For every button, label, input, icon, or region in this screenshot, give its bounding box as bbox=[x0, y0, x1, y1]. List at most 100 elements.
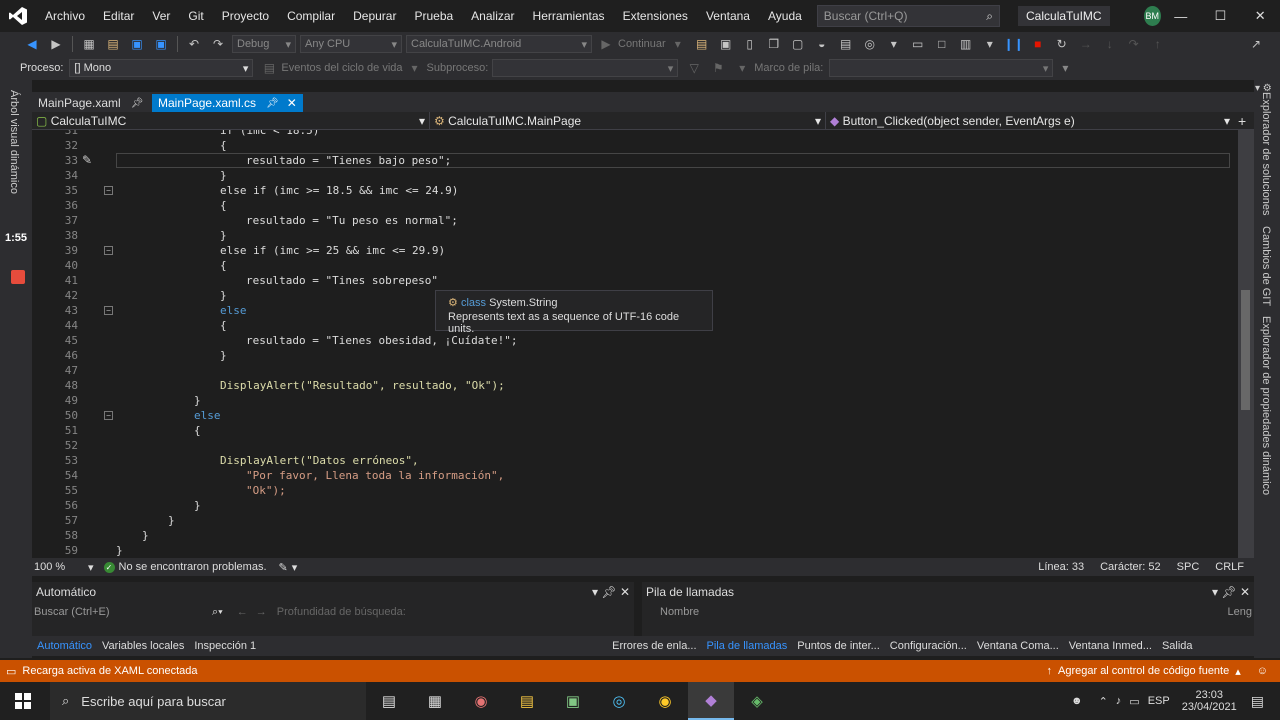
tab-autos[interactable]: Automático bbox=[32, 640, 97, 652]
visual-studio-logo-icon[interactable] bbox=[8, 5, 28, 27]
maximize-icon[interactable]: ☐ bbox=[1201, 8, 1241, 24]
panel-controls-icon[interactable]: ▾ 📌︎ ✕ bbox=[1212, 585, 1250, 599]
calculator-icon[interactable]: ▦ bbox=[412, 682, 458, 720]
camera-icon[interactable]: ▣ bbox=[716, 35, 736, 53]
close-icon[interactable]: ✕ bbox=[287, 96, 297, 110]
chevron-down-icon[interactable]: ▾ bbox=[668, 35, 688, 53]
folder-icon[interactable]: ▤ bbox=[692, 35, 712, 53]
whitespace-mode[interactable]: SPC bbox=[1177, 561, 1200, 573]
menu-editar[interactable]: Editar bbox=[94, 9, 143, 23]
target-dropdown[interactable]: CalculaTuIMC.Android ▾ bbox=[406, 35, 592, 53]
app-icon[interactable]: ◈ bbox=[734, 682, 780, 720]
save-icon[interactable]: ▣ bbox=[127, 35, 147, 53]
globe-icon[interactable]: ◎ bbox=[860, 35, 880, 53]
tab-command-window[interactable]: Ventana Coma... bbox=[972, 640, 1064, 652]
search-icon[interactable]: ⌕▾ bbox=[212, 606, 223, 619]
chevron-down-icon[interactable]: ▾ bbox=[88, 561, 94, 574]
menu-depurar[interactable]: Depurar bbox=[344, 9, 405, 23]
live-share-icon[interactable]: ↗ bbox=[1246, 35, 1266, 53]
forward-icon[interactable]: → bbox=[256, 606, 267, 618]
app-icon[interactable]: ◉ bbox=[458, 682, 504, 720]
file-explorer-icon[interactable]: ▤ bbox=[504, 682, 550, 720]
tab-configuration[interactable]: Configuración... bbox=[885, 640, 972, 652]
menu-ver[interactable]: Ver bbox=[143, 9, 179, 23]
lifecycle-events[interactable]: Eventos del ciclo de vida bbox=[281, 62, 402, 74]
add-to-source-control[interactable]: Agregar al control de código fuente bbox=[1058, 665, 1229, 677]
tab-output[interactable]: Salida bbox=[1157, 640, 1198, 652]
flag-icon[interactable]: ⚑ bbox=[708, 59, 728, 77]
menu-git[interactable]: Git bbox=[179, 9, 212, 23]
save-all-icon[interactable]: ▣ bbox=[151, 35, 171, 53]
clock[interactable]: 23:03 23/04/2021 bbox=[1182, 689, 1237, 713]
visual-studio-icon[interactable]: ◆ bbox=[688, 682, 734, 720]
split-editor-icon[interactable]: + bbox=[1238, 113, 1246, 129]
menu-ventana[interactable]: Ventana bbox=[697, 9, 759, 23]
menu-prueba[interactable]: Prueba bbox=[405, 9, 462, 23]
language-indicator[interactable]: ESP bbox=[1148, 695, 1170, 707]
overflow-icon[interactable]: ▾ bbox=[1055, 59, 1075, 77]
filter-icon[interactable]: ▽ bbox=[684, 59, 704, 77]
step-out-icon[interactable]: ↑ bbox=[1148, 35, 1168, 53]
step-into-icon[interactable]: ↓ bbox=[1100, 35, 1120, 53]
continue-button[interactable]: Continuar bbox=[618, 38, 666, 50]
tab-mainpage-xaml-cs[interactable]: MainPage.xaml.cs 📌︎ ✕ bbox=[152, 94, 303, 112]
tab-locals[interactable]: Variables locales bbox=[97, 640, 189, 652]
collapse-icon[interactable]: − bbox=[104, 246, 113, 255]
live-property-explorer-tab[interactable]: Explorador de propiedades dinámico bbox=[1260, 316, 1272, 495]
name-column-header[interactable]: Nombre bbox=[660, 606, 699, 618]
layout-icon[interactable]: ▥ bbox=[956, 35, 976, 53]
app-icon[interactable]: ◎ bbox=[596, 682, 642, 720]
collapse-icon[interactable]: − bbox=[104, 306, 113, 315]
undo-icon[interactable]: ↶ bbox=[184, 35, 204, 53]
line-ending[interactable]: CRLF bbox=[1215, 561, 1244, 573]
minimize-icon[interactable]: — bbox=[1161, 9, 1201, 24]
tab-immediate-window[interactable]: Ventana Inmed... bbox=[1064, 640, 1157, 652]
live-visual-tree-tab[interactable]: Árbol visual dinámico bbox=[8, 90, 20, 194]
pin-icon[interactable]: 📌︎ bbox=[131, 98, 144, 109]
chevron-down-icon[interactable]: ▾ bbox=[405, 59, 425, 77]
notifications-icon[interactable]: ☺ bbox=[1257, 665, 1268, 677]
build-icon[interactable]: ▤ bbox=[836, 35, 856, 53]
lifecycle-icon[interactable]: ▤ bbox=[259, 59, 279, 77]
copy-icon[interactable]: ❐ bbox=[764, 35, 784, 53]
panel-controls-icon[interactable]: ▾ 📌︎ ✕ bbox=[592, 585, 630, 599]
play-icon[interactable]: ▶ bbox=[596, 35, 616, 53]
menu-proyecto[interactable]: Proyecto bbox=[213, 9, 278, 23]
tab-call-stack[interactable]: Pila de llamadas bbox=[702, 640, 793, 652]
network-icon[interactable]: ▭ bbox=[1129, 695, 1139, 708]
zoom-level[interactable]: 100 % bbox=[32, 561, 88, 573]
people-icon[interactable]: ☻ bbox=[1071, 695, 1083, 707]
step-icon[interactable]: → bbox=[1076, 35, 1096, 53]
windows-start-icon[interactable] bbox=[0, 682, 46, 720]
tab-link-errors[interactable]: Errores de enla... bbox=[607, 640, 701, 652]
platform-dropdown[interactable]: Any CPU ▾ bbox=[300, 35, 402, 53]
stop-recording-icon[interactable] bbox=[11, 270, 25, 284]
scrollbar-thumb[interactable] bbox=[1241, 290, 1250, 410]
app-icon[interactable]: ▣ bbox=[550, 682, 596, 720]
solution-explorer-tab[interactable]: Explorador de soluciones bbox=[1260, 92, 1272, 216]
project-dropdown[interactable]: ▢ CalculaTuIMC ▾ bbox=[32, 111, 430, 130]
global-search-box[interactable]: Buscar (Ctrl+Q) ⌕ bbox=[816, 5, 1001, 27]
menu-compilar[interactable]: Compilar bbox=[278, 9, 344, 23]
action-center-icon[interactable]: ▤ bbox=[1251, 693, 1264, 710]
chevron-down-icon[interactable]: ▾ bbox=[980, 35, 1000, 53]
menu-archivo[interactable]: Archivo bbox=[36, 9, 94, 23]
back-icon[interactable]: ◀ bbox=[22, 35, 42, 53]
redo-icon[interactable]: ↷ bbox=[208, 35, 228, 53]
hot-reload-status[interactable]: Recarga activa de XAML conectada bbox=[22, 665, 197, 677]
collapse-icon[interactable]: − bbox=[104, 186, 113, 195]
type-dropdown[interactable]: ⚙ CalculaTuIMC.MainPage ▾ bbox=[430, 111, 826, 130]
android-icon[interactable]: ◒ bbox=[812, 35, 832, 53]
volume-icon[interactable]: ♪ bbox=[1116, 695, 1122, 707]
monitor-icon[interactable]: ▭ bbox=[908, 35, 928, 53]
tab-mainpage-xaml[interactable]: MainPage.xaml 📌︎ bbox=[32, 94, 152, 112]
chevron-down-icon[interactable]: ▾ bbox=[884, 35, 904, 53]
chevron-down-icon[interactable]: ▾ bbox=[292, 561, 298, 574]
language-column-header[interactable]: Leng bbox=[1228, 606, 1252, 618]
step-over-icon[interactable]: ↷ bbox=[1124, 35, 1144, 53]
chevron-down-icon[interactable]: ▾ bbox=[732, 59, 752, 77]
chrome-icon[interactable]: ◉ bbox=[642, 682, 688, 720]
brush-icon[interactable]: ✎ bbox=[279, 561, 288, 574]
menu-herramientas[interactable]: Herramientas bbox=[524, 9, 614, 23]
pause-icon[interactable]: ❙❙ bbox=[1004, 35, 1024, 53]
